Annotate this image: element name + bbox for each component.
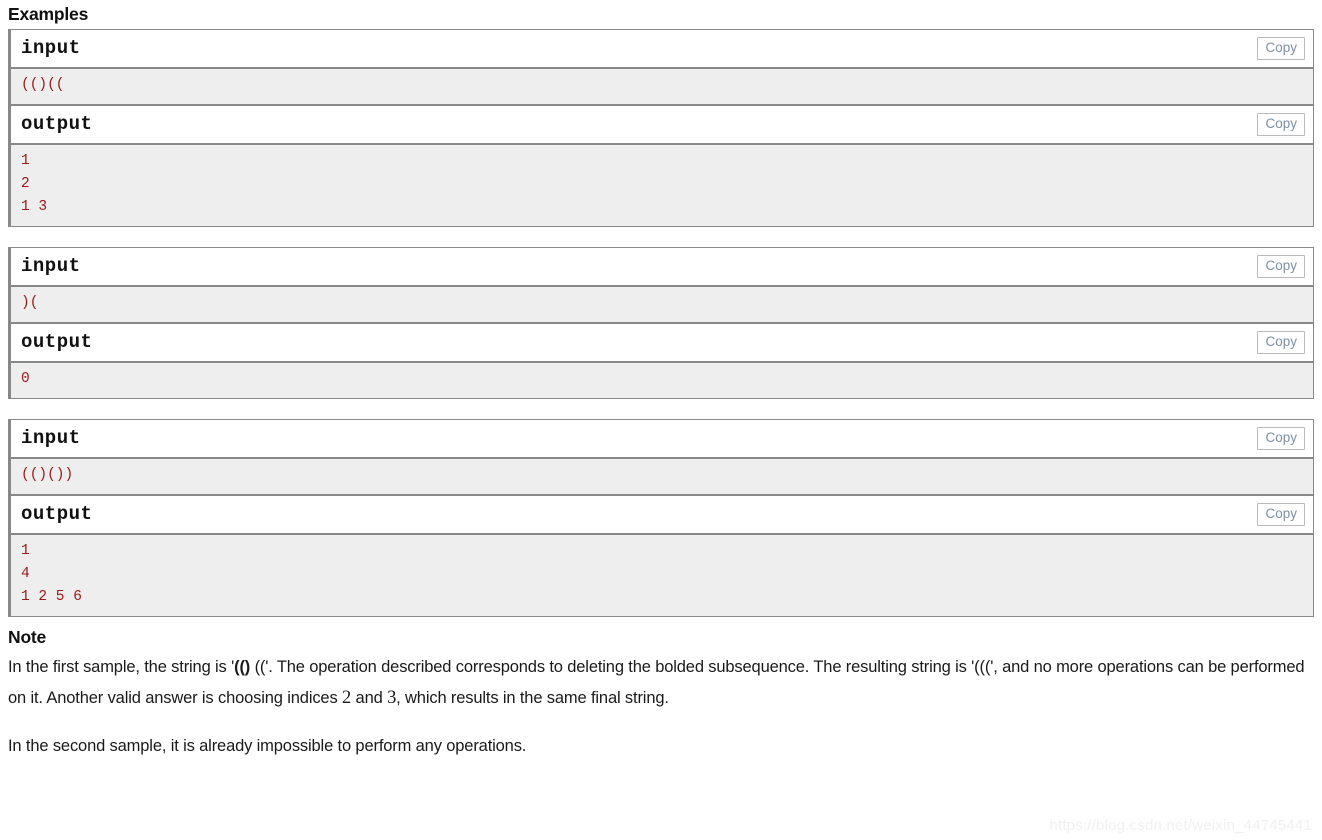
copy-input-button-2[interactable]: Copy: [1257, 255, 1305, 278]
page-title-note: Note: [8, 627, 47, 647]
input-content-1: (()((: [11, 69, 1313, 106]
note-p1-bold-brackets: ((): [234, 658, 251, 676]
note-paragraph-2: In the second sample, it is already impo…: [8, 737, 527, 755]
input-label: input: [21, 37, 81, 59]
copy-output-button-2[interactable]: Copy: [1257, 331, 1305, 354]
note-p1-part5: and: [351, 688, 388, 707]
note-index-3: 3: [387, 687, 397, 708]
sample-test-3: input Copy (()()) output Copy 1 4 1 2 5 …: [8, 419, 1314, 617]
page-root: Examples input Copy (()(( output Copy 1 …: [0, 0, 1322, 762]
copy-output-button-3[interactable]: Copy: [1257, 503, 1305, 526]
note-p1-part3: '. The operation described corresponds t…: [265, 658, 991, 676]
copy-output-button-1[interactable]: Copy: [1257, 113, 1305, 136]
note-p1-part1: In the first sample, the string is ': [8, 658, 235, 676]
sample-test-2: input Copy )( output Copy 0: [8, 247, 1314, 399]
copy-input-button-1[interactable]: Copy: [1257, 37, 1305, 60]
output-label: output: [21, 113, 93, 135]
sample-test-1: input Copy (()(( output Copy 1 2 1 3: [8, 29, 1314, 227]
note-index-2: 2: [342, 687, 352, 708]
output-label: output: [21, 331, 93, 353]
note-p1-part6: , which results in the same final string…: [396, 688, 669, 707]
note-body: In the first sample, the string is '(() …: [8, 652, 1314, 762]
input-header-1: input Copy: [11, 30, 1313, 69]
output-header-2: output Copy: [11, 324, 1313, 363]
sample-tests-container: input Copy (()(( output Copy 1 2 1 3 inp…: [8, 29, 1314, 617]
output-header-1: output Copy: [11, 106, 1313, 145]
input-content-3: (()()): [11, 459, 1313, 496]
copy-input-button-3[interactable]: Copy: [1257, 427, 1305, 450]
input-content-2: )(: [11, 287, 1313, 324]
output-content-3: 1 4 1 2 5 6: [11, 535, 1313, 616]
input-label: input: [21, 255, 81, 277]
output-content-2: 0: [11, 363, 1313, 398]
output-content-1: 1 2 1 3: [11, 145, 1313, 226]
page-title-examples: Examples: [8, 4, 89, 24]
input-label: input: [21, 427, 81, 449]
input-header-2: input Copy: [11, 248, 1313, 287]
note-p1-part2: ((: [250, 658, 266, 676]
input-header-3: input Copy: [11, 420, 1313, 459]
output-header-3: output Copy: [11, 496, 1313, 535]
watermark-text: https://blog.csdn.net/weixin_44745441: [1049, 817, 1312, 834]
note-paragraph-1: In the first sample, the string is '(() …: [8, 652, 1314, 713]
output-label: output: [21, 503, 93, 525]
